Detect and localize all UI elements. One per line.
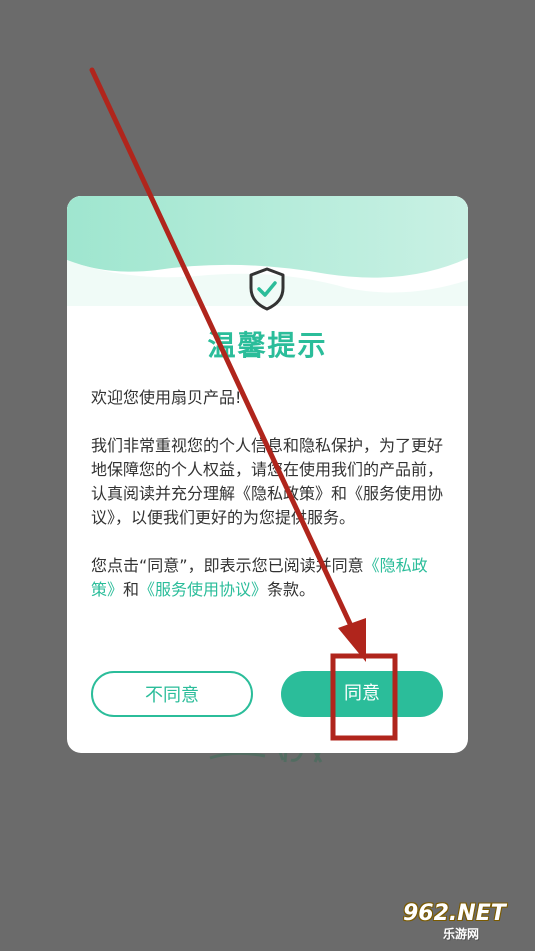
terms-of-service-link[interactable]: 《服务使用协议》 bbox=[139, 580, 267, 599]
shield-check-icon bbox=[249, 267, 285, 311]
consent-and: 和 bbox=[123, 580, 140, 599]
welcome-text: 欢迎您使用扇贝产品! bbox=[91, 388, 242, 407]
consent-text: 您点击“同意”，即表示您已阅读并同意《隐私政策》和《服务使用协议》条款。 bbox=[91, 554, 445, 602]
watermark-site: 乐游网 bbox=[443, 927, 480, 941]
agree-button[interactable]: 同意 bbox=[281, 671, 443, 717]
watermark-brand: 962.NET bbox=[403, 901, 506, 926]
consent-prefix: 您点击“同意”，即表示您已阅读并同意 bbox=[91, 556, 364, 575]
privacy-description: 我们非常重视您的个人信息和隐私保护，为了更好地保障您的个人权益，请您在使用我们的… bbox=[91, 436, 444, 527]
dialog-body: 欢迎您使用扇贝产品! 我们非常重视您的个人信息和隐私保护，为了更好地保障您的个人… bbox=[91, 386, 445, 602]
disagree-button[interactable]: 不同意 bbox=[91, 671, 253, 717]
dialog-title: 温馨提示 bbox=[207, 329, 328, 362]
consent-suffix: 条款。 bbox=[267, 580, 316, 599]
site-watermark: 962.NET 乐游网 bbox=[399, 901, 527, 945]
privacy-dialog: 温馨提示 欢迎您使用扇贝产品! 我们非常重视您的个人信息和隐私保护，为了更好地保… bbox=[67, 196, 468, 753]
